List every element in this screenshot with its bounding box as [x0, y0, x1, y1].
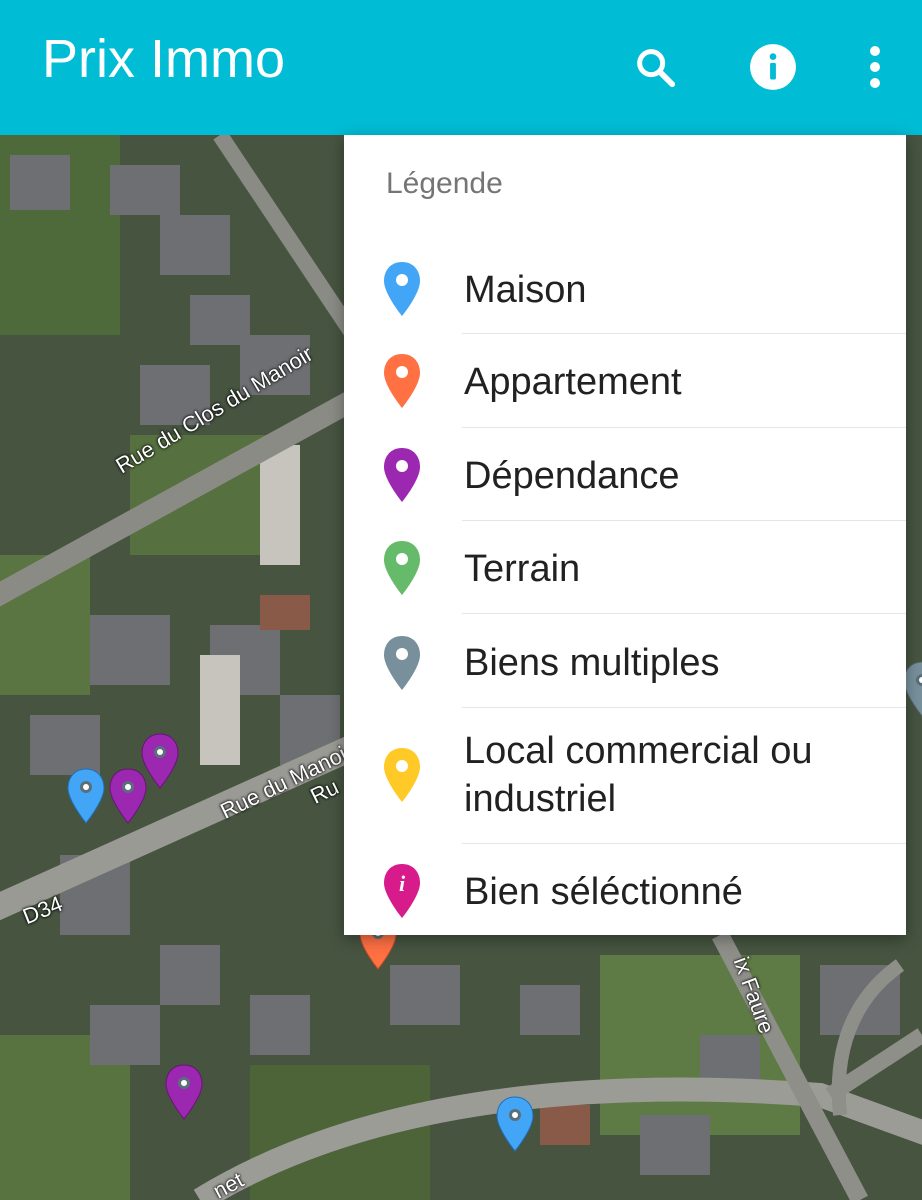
legend-item-appartement[interactable]: Appartement: [344, 334, 906, 428]
legend-item-label: Appartement: [464, 361, 682, 403]
legend-item-bien-selectionne[interactable]: i Bien séléctionné: [344, 844, 906, 935]
legend-title: Légende: [386, 167, 503, 200]
legend-item-terrain[interactable]: Terrain: [344, 521, 906, 614]
legend-item-maison[interactable]: Maison: [344, 240, 906, 334]
app-title: Prix Immo: [42, 29, 285, 89]
app-bar: Prix Immo: [0, 0, 922, 135]
more-vert-icon: [870, 46, 880, 88]
info-icon: [750, 44, 796, 90]
map-marker-dependance[interactable]: [140, 732, 180, 790]
map-pin-icon: [384, 354, 420, 408]
legend-menu: Légende Maison Appartement Dépendance Te…: [344, 135, 906, 935]
legend-item-local-commercial[interactable]: Local commercial ou industriel: [344, 708, 906, 844]
legend-item-label: Dépendance: [464, 455, 680, 497]
search-icon: [637, 49, 676, 88]
map-pin-icon: [384, 748, 420, 802]
legend-item-biens-multiples[interactable]: Biens multiples: [344, 614, 906, 708]
legend-item-label: Biens multiples: [464, 642, 720, 684]
map-pin-icon: [384, 636, 420, 690]
selected-pin-glyph: i: [399, 871, 406, 896]
map-marker-maison[interactable]: [495, 1095, 535, 1153]
legend-item-dependance[interactable]: Dépendance: [344, 428, 906, 521]
legend-item-label: Bien séléctionné: [464, 871, 743, 913]
selected-pin-icon: i: [384, 864, 420, 918]
overflow-menu-button[interactable]: [840, 32, 910, 102]
info-button[interactable]: [738, 32, 808, 102]
legend-item-label: Terrain: [464, 548, 581, 590]
map-pin-icon: [384, 448, 420, 502]
search-button[interactable]: [620, 32, 690, 102]
map-marker-maison[interactable]: [66, 767, 106, 825]
map-marker-dependance[interactable]: [164, 1063, 204, 1121]
map-pin-icon: [384, 262, 420, 316]
legend-item-label: Local commercial ou industriel: [464, 730, 813, 820]
legend-item-label: Maison: [464, 269, 587, 311]
map-pin-icon: [384, 541, 420, 595]
